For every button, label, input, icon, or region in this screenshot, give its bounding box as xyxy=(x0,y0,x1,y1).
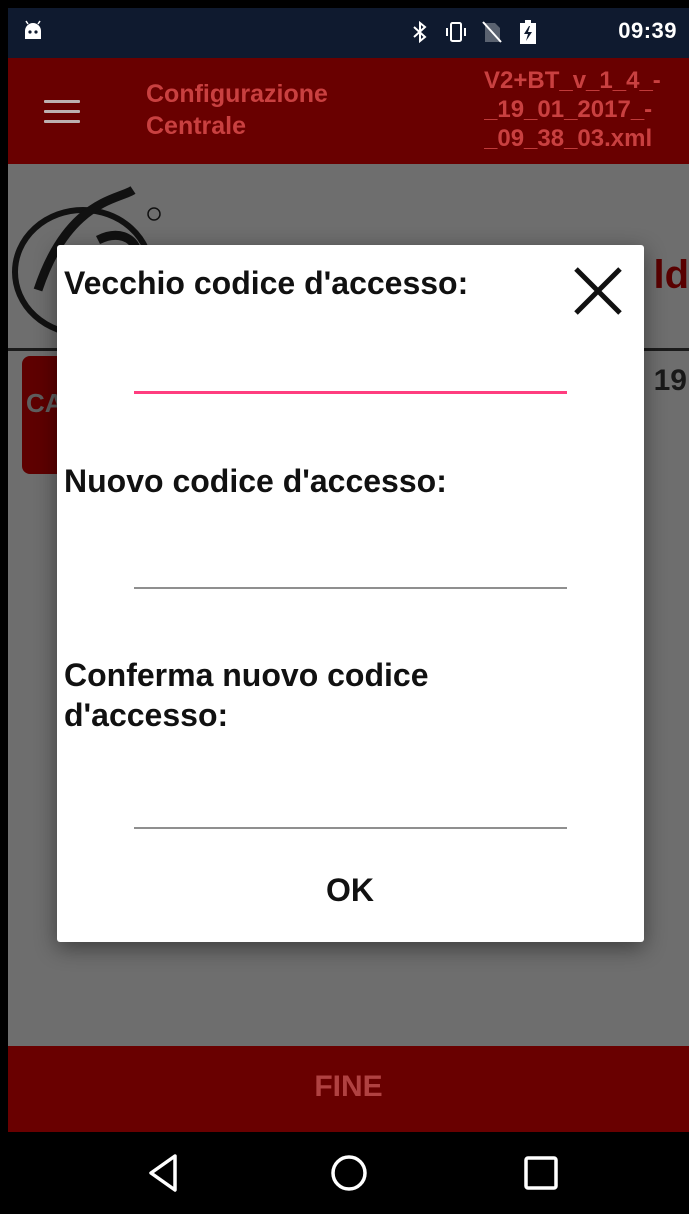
old-code-input[interactable] xyxy=(134,343,567,389)
background-title-fragment: ld xyxy=(653,253,689,297)
new-code-label: Nuovo codice d'accesso: xyxy=(64,463,447,499)
fine-button-label: FINE xyxy=(314,1070,383,1103)
home-icon[interactable] xyxy=(326,1150,372,1196)
new-code-input[interactable] xyxy=(134,537,567,583)
close-icon[interactable] xyxy=(568,261,628,321)
fine-button[interactable]: FINE xyxy=(8,1046,689,1132)
old-code-label: Vecchio codice d'accesso: xyxy=(64,265,469,301)
navigation-bar xyxy=(8,1132,689,1214)
background-number-fragment: 19 xyxy=(653,364,687,397)
status-clock: 09:39 xyxy=(618,18,677,43)
no-sim-icon xyxy=(482,21,502,43)
menu-icon[interactable] xyxy=(44,100,80,124)
bluetooth-icon xyxy=(413,20,427,44)
vibrate-icon xyxy=(446,22,466,42)
recents-icon[interactable] xyxy=(518,1150,564,1196)
battery-charging-icon xyxy=(520,20,536,44)
app-bar: Configurazione Centrale V2+BT_v_1_4_- _1… xyxy=(8,58,689,164)
confirm-code-label: Conferma nuovo codice d'accesso: xyxy=(64,657,429,733)
confirm-code-input[interactable] xyxy=(134,777,567,823)
ok-button[interactable]: OK xyxy=(287,859,413,921)
android-icon xyxy=(25,20,41,39)
app-title: Configurazione Centrale xyxy=(146,80,328,140)
old-code-underline xyxy=(134,391,567,394)
status-bar: 09:39 xyxy=(8,8,689,58)
back-icon[interactable] xyxy=(141,1150,187,1196)
config-file-name: V2+BT_v_1_4_- _19_01_2017_- _09_38_03.xm… xyxy=(484,67,661,152)
change-access-code-dialog: Vecchio codice d'accesso: Nuovo codice d… xyxy=(57,245,644,942)
new-code-underline xyxy=(134,587,567,589)
app-screen: 09:39 Configurazione Centrale V2+BT_v_1_… xyxy=(8,8,689,1214)
confirm-code-underline xyxy=(134,827,567,829)
